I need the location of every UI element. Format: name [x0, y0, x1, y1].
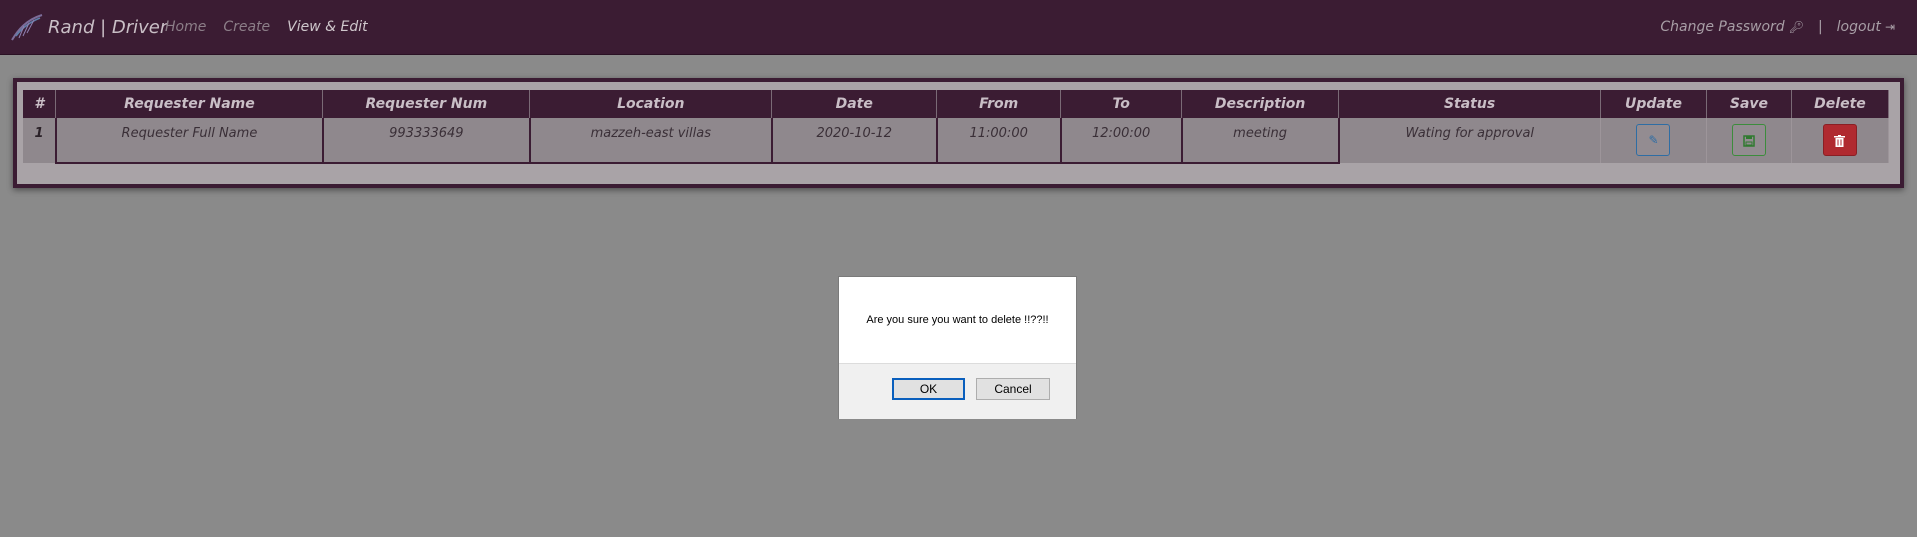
sign-out-icon: ⇥ — [1884, 20, 1895, 34]
ok-button[interactable]: OK — [892, 378, 965, 400]
cell-to[interactable]: 12:00:00 — [1060, 118, 1183, 164]
col-description: Description — [1181, 90, 1340, 118]
nav-home[interactable]: Home — [165, 19, 206, 35]
logout-label: logout — [1836, 19, 1881, 35]
col-index: # — [23, 90, 57, 118]
requests-table: # Requester Name Requester Num Location … — [23, 90, 1890, 164]
update-button[interactable]: ✎ — [1636, 124, 1671, 156]
requests-panel: # Requester Name Requester Num Location … — [13, 78, 1904, 188]
nav-view-edit[interactable]: View & Edit — [287, 19, 367, 35]
cell-from[interactable]: 11:00:00 — [936, 118, 1062, 164]
cell-status: Wating for approval — [1338, 118, 1601, 163]
cell-delete — [1791, 118, 1890, 163]
col-delete: Delete — [1791, 90, 1890, 118]
save-button[interactable] — [1731, 124, 1766, 156]
cell-save — [1706, 118, 1792, 163]
col-requester-name: Requester Name — [55, 90, 324, 118]
cell-location[interactable]: mazzeh-east villas — [529, 118, 773, 164]
cell-update: ✎ — [1600, 118, 1707, 163]
cell-requester-name[interactable]: Requester Full Name — [55, 118, 324, 164]
brand-title: Rand | Driver — [48, 16, 168, 38]
trash-icon — [1834, 134, 1846, 147]
cancel-button[interactable]: Cancel — [976, 378, 1050, 400]
col-save: Save — [1706, 90, 1792, 118]
nav-links: Home Create View & Edit — [165, 19, 385, 35]
table-row: 1 Requester Full Name 993333649 mazzeh-e… — [23, 118, 1890, 164]
cell-description[interactable]: meeting — [1181, 118, 1340, 164]
nav-create[interactable]: Create — [223, 19, 270, 35]
delete-button[interactable] — [1822, 124, 1857, 156]
col-to: To — [1060, 90, 1183, 118]
change-password-link[interactable]: Change Password 🔑︎ — [1660, 19, 1804, 35]
table-header-row: # Requester Name Requester Num Location … — [23, 90, 1890, 118]
col-date: Date — [771, 90, 938, 118]
nav-right: Change Password 🔑︎ | logout ⇥ — [1660, 19, 1895, 35]
key-icon: 🔑︎ — [1788, 20, 1804, 34]
feather-logo-icon — [11, 14, 43, 41]
col-from: From — [936, 90, 1062, 118]
col-requester-num: Requester Num — [322, 90, 531, 118]
save-icon — [1743, 134, 1755, 147]
logout-link[interactable]: logout ⇥ — [1837, 19, 1895, 35]
cell-index: 1 — [23, 118, 57, 163]
nav-separator: | — [1817, 19, 1823, 35]
edit-icon: ✎ — [1648, 133, 1659, 147]
cell-requester-num[interactable]: 993333649 — [322, 118, 531, 164]
col-update: Update — [1600, 90, 1707, 118]
col-location: Location — [529, 90, 773, 118]
col-status: Status — [1338, 90, 1601, 118]
dialog-message: Are you sure you want to delete !!??!! — [866, 314, 1049, 326]
confirm-delete-dialog: Are you sure you want to delete !!??!! O… — [838, 276, 1077, 419]
cell-date[interactable]: 2020-10-12 — [771, 118, 938, 164]
change-password-label: Change Password — [1660, 19, 1785, 35]
brand[interactable]: Rand | Driver — [10, 12, 167, 42]
navbar: Rand | Driver Home Create View & Edit Ch… — [0, 0, 1917, 55]
dialog-footer: OK Cancel — [839, 363, 1076, 419]
